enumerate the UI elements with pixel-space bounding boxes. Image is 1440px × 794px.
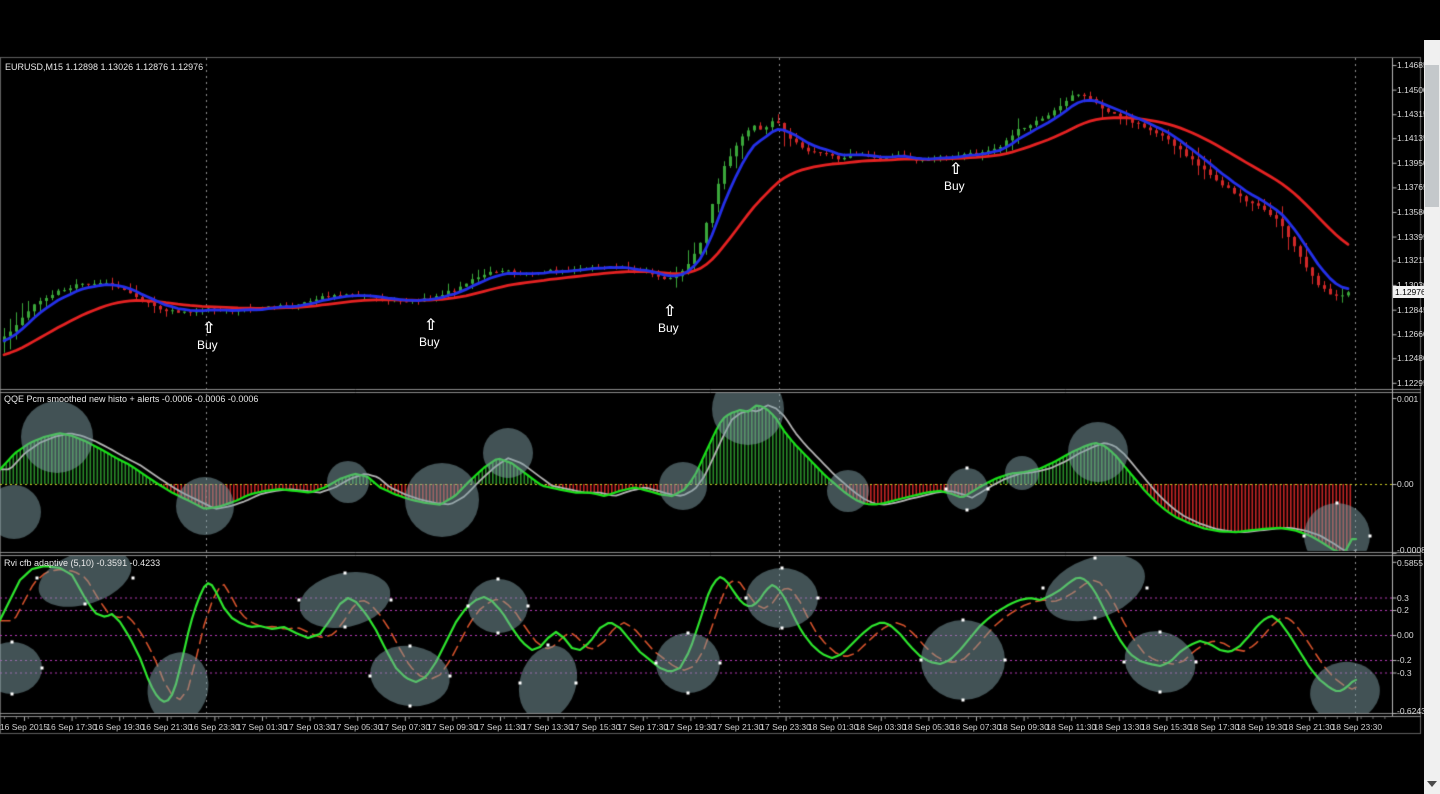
time-tick-label: 18 Sep 07:30 — [950, 722, 1002, 732]
buy-marker-label: Buy — [197, 338, 218, 352]
time-tick-label: 16 Sep 23:30 — [189, 722, 240, 732]
time-tick-label: 18 Sep 23:30 — [1331, 722, 1383, 732]
time-tick-label: 17 Sep 01:30 — [236, 722, 288, 732]
rvi-tick-label: -0.3 — [1397, 667, 1412, 678]
time-tick-label: 17 Sep 15:30 — [569, 722, 621, 732]
symbol-ohlc-label: EURUSD,M15 1.12898 1.13026 1.12876 1.129… — [5, 62, 204, 72]
time-tick-label: 17 Sep 07:30 — [379, 722, 431, 732]
rvi-tick-label: 0.5855 — [1397, 558, 1423, 568]
time-tick-label: 18 Sep 13:30 — [1093, 722, 1145, 732]
qqe-tick-label: 0.001 — [1397, 394, 1419, 404]
time-tick-label: 18 Sep 09:30 — [998, 722, 1049, 732]
time-tick-label: 17 Sep 09:30 — [427, 722, 478, 732]
time-tick-label: 16 Sep 21:30 — [141, 722, 193, 732]
time-tick-label: 17 Sep 13:30 — [522, 722, 573, 732]
buy-marker-label: Buy — [944, 179, 965, 193]
time-tick-label: 16 Sep 17:30 — [46, 722, 97, 732]
buy-up-arrow-icon: ⇧ — [949, 159, 963, 178]
buy-up-arrow-icon: ⇧ — [202, 318, 216, 337]
time-tick-label: 16 Sep 19:30 — [93, 722, 145, 732]
time-tick-label: 17 Sep 03:30 — [284, 722, 335, 732]
current-price-tag: 1.12976 — [1393, 286, 1426, 298]
rvi-tick-label: -0.6243 — [1397, 706, 1426, 716]
rvi-tick-label: -0.2 — [1397, 655, 1412, 665]
qqe-tick-label: 0.00 — [1397, 479, 1414, 489]
buy-up-arrow-icon: ⇧ — [663, 301, 677, 320]
rvi-tick-label: 0.2 — [1397, 605, 1409, 615]
buy-up-arrow-icon: ⇧ — [424, 315, 438, 334]
time-tick-label: 18 Sep 17:30 — [1188, 722, 1240, 732]
rvi-tick-label: 0.3 — [1397, 592, 1409, 603]
time-tick-label: 18 Sep 15:30 — [1141, 722, 1192, 732]
time-tick-label: 18 Sep 03:30 — [855, 722, 907, 732]
time-tick-label: 18 Sep 05:30 — [903, 722, 954, 732]
time-tick-label: 16 Sep 2015 — [0, 722, 49, 732]
qqe-tick-label: -0.0008 — [1397, 545, 1426, 555]
time-tick-label: 18 Sep 01:30 — [807, 722, 859, 732]
buy-marker-label: Buy — [419, 335, 440, 349]
time-tick-label: 17 Sep 23:30 — [760, 722, 811, 732]
time-tick-label: 17 Sep 17:30 — [617, 722, 669, 732]
buy-marker-label: Buy — [658, 321, 679, 335]
time-tick-label: 18 Sep 19:30 — [1236, 722, 1287, 732]
time-tick-label: 17 Sep 19:30 — [665, 722, 716, 732]
qqe-indicator-label: QQE Pcm smoothed new histo + alerts -0.0… — [4, 394, 259, 404]
time-tick-label: 17 Sep 05:30 — [331, 722, 383, 732]
time-tick-label: 17 Sep 21:30 — [712, 722, 764, 732]
time-tick-label: 18 Sep 11:30 — [1046, 722, 1097, 732]
scrollbar-thumb[interactable] — [1425, 65, 1439, 207]
scrollbar-down-arrow-icon[interactable] — [1427, 781, 1437, 787]
time-tick-label: 18 Sep 21:30 — [1283, 722, 1335, 732]
metatrader-chart-window: EURUSD,M15 1.12898 1.13026 1.12876 1.129… — [0, 0, 1440, 794]
time-tick-label: 17 Sep 11:30 — [475, 722, 525, 732]
rvi-tick-label: 0.00 — [1397, 630, 1414, 640]
rvi-indicator-label: Rvi cfb adaptive (5,10) -0.3591 -0.4233 — [4, 558, 161, 568]
